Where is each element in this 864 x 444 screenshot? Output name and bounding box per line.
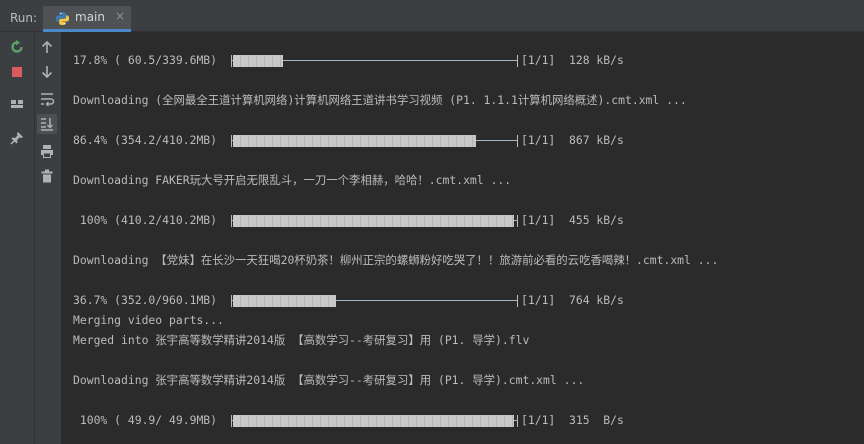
arrow-down-icon (41, 66, 53, 79)
console-line: Downloading (全网最全王道计算机网络)计算机网络王道讲书学习视频 (… (73, 93, 687, 107)
progress-cap-left (231, 415, 232, 427)
run-tab-bar: Run: main × (0, 6, 864, 32)
run-toolbar-left (0, 32, 35, 444)
progress-bar (231, 295, 518, 307)
print-icon (41, 145, 53, 158)
progress-line: 100% (410.2/410.2MB) [1/1] 455 kB/s (73, 211, 793, 229)
run-tool-window: Run: main × 17.8% (60.5/339.6MB) [1/1] … (0, 0, 864, 444)
trash-icon (41, 169, 53, 183)
console-line: Downloading 【党妹】在长沙一天狂喝20杯奶茶！柳州正宗的螺蛳粉好吃哭… (73, 253, 719, 267)
console-line: Merged into 张宇高等数学精讲2014版 【高数学习--考研复习】用 … (73, 333, 530, 347)
print-button[interactable] (37, 141, 57, 161)
progress-cap-left (231, 135, 232, 147)
progress-line: 100% ( 49.9/ 49.9MB) [1/1] 315 B/s (73, 411, 793, 429)
progress-fill (233, 55, 283, 67)
pin-icon (10, 132, 23, 145)
layout-icon (11, 100, 23, 108)
arrow-up-icon (41, 40, 53, 53)
progress-speed: [1/1] 455 kB/s (521, 213, 624, 227)
python-icon (55, 11, 70, 26)
progress-status: 36.7% (352.0/960.1MB) (73, 293, 224, 307)
progress-speed: [1/1] 764 kB/s (521, 293, 624, 307)
soft-wrap-icon (41, 93, 55, 107)
rerun-icon (11, 40, 23, 53)
arrow-down-button[interactable] (37, 62, 57, 82)
progress-cap-left (231, 55, 232, 67)
arrow-up-button[interactable] (37, 37, 57, 57)
console-line: Downloading 张宇高等数学精讲2014版 【高数学习--考研复习】用 … (73, 373, 585, 387)
progress-fill (233, 415, 514, 427)
progress-line: 36.7% (352.0/960.1MB) [1/1] 764 kB/s (73, 291, 793, 309)
progress-bar (231, 415, 518, 427)
progress-cap-right (517, 55, 518, 67)
progress-bar (231, 215, 518, 227)
progress-bar (231, 135, 518, 147)
progress-cap-left (231, 215, 232, 227)
progress-status: 86.4% (354.2/410.2MB) (73, 133, 224, 147)
progress-fill (233, 135, 476, 147)
tab-main-label: main (75, 10, 105, 24)
console-line: Downloading FAKER玩大号开启无限乱斗，一刀一个李相赫，哈哈！.c… (73, 173, 512, 187)
progress-cap-right (517, 135, 518, 147)
progress-speed: [1/1] 315 B/s (521, 413, 624, 427)
layout-button[interactable] (7, 94, 27, 114)
pin-button[interactable] (7, 128, 27, 148)
progress-line: 17.8% ( 60.5/339.6MB) [1/1] 128 kB/s (73, 51, 793, 69)
tab-main[interactable]: main × (43, 6, 131, 32)
progress-speed: [1/1] 128 kB/s (521, 53, 624, 67)
console-output[interactable]: 17.8% ( 60.5/339.6MB) [1/1] 128 kB/s Down… (62, 32, 864, 444)
trash-button[interactable] (37, 166, 57, 186)
progress-cap-left (231, 295, 232, 307)
progress-cap-right (517, 295, 518, 307)
scroll-to-end-button[interactable] (37, 114, 57, 134)
progress-fill (233, 215, 514, 227)
progress-bar (231, 55, 518, 67)
progress-cap-right (517, 215, 518, 227)
console-line: Merging video parts... (73, 313, 224, 327)
stop-button[interactable] (7, 62, 27, 82)
close-icon[interactable]: × (115, 9, 125, 23)
progress-fill (233, 295, 336, 307)
progress-status: 100% ( 49.9/ 49.9MB) (73, 413, 224, 427)
rerun-button[interactable] (7, 37, 27, 57)
run-label: Run: (10, 11, 38, 25)
progress-status: 17.8% ( 60.5/339.6MB) (73, 53, 224, 67)
progress-status: 100% (410.2/410.2MB) (73, 213, 224, 227)
scroll-to-end-icon (41, 118, 53, 131)
soft-wrap-button[interactable] (37, 89, 57, 109)
stop-icon (12, 67, 22, 77)
progress-line: 86.4% (354.2/410.2MB) [1/1] 867 kB/s (73, 131, 793, 149)
run-toolbar-right (35, 32, 62, 444)
progress-speed: [1/1] 867 kB/s (521, 133, 624, 147)
progress-cap-right (517, 415, 518, 427)
